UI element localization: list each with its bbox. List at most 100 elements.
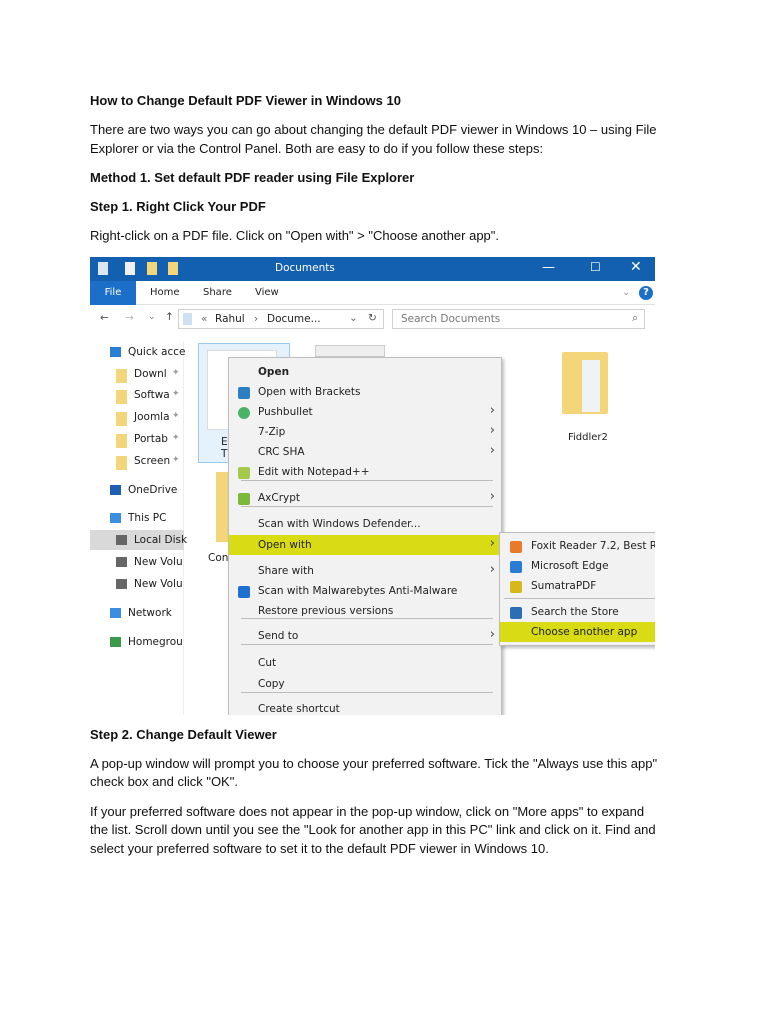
- menu-item[interactable]: Pushbullet: [258, 406, 313, 418]
- nav-item[interactable]: New Volu: [134, 556, 183, 568]
- chevron-right-icon: ›: [489, 403, 495, 418]
- step1-heading: Step 1. Right Click Your PDF: [90, 199, 266, 214]
- chevron-down-icon[interactable]: ⌄: [349, 312, 358, 324]
- chevron-right-icon: ›: [489, 627, 495, 642]
- menu-item[interactable]: Create shortcut: [258, 703, 340, 715]
- pin-icon: ✦: [172, 411, 180, 421]
- chevron-down-icon[interactable]: ⌄: [622, 287, 630, 298]
- navigation-pane: Quick acce Downl ✦ Softwa ✦ Joomla ✦ Portab ✦ Scr…: [90, 341, 187, 715]
- submenu-item[interactable]: Search the Store: [531, 606, 619, 618]
- tab-share[interactable]: Share: [203, 287, 232, 298]
- menu-item[interactable]: Scan with Windows Defender...: [258, 518, 421, 530]
- back-button[interactable]: ←: [100, 312, 109, 324]
- search-icon: ⌕: [632, 312, 638, 324]
- nav-item[interactable]: Joomla: [134, 411, 170, 423]
- tab-home[interactable]: Home: [150, 287, 180, 298]
- title-bar: Documents — ☐ ✕: [90, 257, 655, 281]
- tab-view[interactable]: View: [255, 287, 279, 298]
- search-input[interactable]: Search Documents ⌕: [392, 309, 645, 329]
- nav-item[interactable]: Softwa: [134, 389, 170, 401]
- menu-item[interactable]: Open with Brackets: [258, 386, 360, 398]
- menu-item[interactable]: AxCrypt: [258, 492, 300, 504]
- nav-item[interactable]: New Volu: [134, 578, 183, 590]
- notepad-icon: [238, 467, 250, 479]
- drive-icon: [116, 579, 127, 589]
- intro-line: Explorer or via the Control Panel. Both …: [90, 141, 544, 156]
- menu-item[interactable]: Open with: [258, 539, 312, 551]
- menu-separator: [241, 618, 493, 619]
- breadcrumb-rahul[interactable]: Rahul: [215, 313, 245, 325]
- step2-text: A pop-up window will prompt you to choos…: [90, 756, 658, 771]
- folder-label: Fiddler2: [568, 432, 608, 443]
- folder-fiddler2[interactable]: [560, 352, 610, 422]
- menu-separator: [504, 598, 655, 599]
- menu-item[interactable]: Scan with Malwarebytes Anti-Malware: [258, 585, 457, 597]
- folder-icon: [116, 369, 127, 383]
- nav-item[interactable]: Quick acce: [128, 346, 185, 358]
- nav-item[interactable]: Portab: [134, 433, 168, 445]
- step2-text: check box and click "OK".: [90, 774, 238, 789]
- help-icon[interactable]: ?: [639, 286, 653, 300]
- menu-item[interactable]: Share with: [258, 565, 314, 577]
- submenu-item[interactable]: Foxit Reader 7.2, Best Reade: [531, 540, 655, 552]
- menu-separator: [241, 506, 493, 507]
- menu-item[interactable]: CRC SHA: [258, 446, 305, 458]
- maximize-button[interactable]: ☐: [590, 260, 601, 274]
- explorer-screenshot: Documents — ☐ ✕ Home Share View ⌄ ? File…: [90, 257, 655, 715]
- menu-item[interactable]: Copy: [258, 678, 285, 690]
- menu-item[interactable]: Edit with Notepad++: [258, 466, 370, 478]
- address-bar[interactable]: « Rahul › Docume... ⌄ ↻: [178, 309, 384, 329]
- foxit-icon: [510, 541, 522, 553]
- nav-item[interactable]: Homegrou: [128, 636, 183, 648]
- context-menu: Open Open with Brackets Pushbullet › 7-Zip › C…: [228, 357, 503, 715]
- open-with-submenu: Foxit Reader 7.2, Best Reade Microsoft Ed…: [499, 532, 655, 646]
- menu-item[interactable]: 7-Zip: [258, 426, 285, 438]
- breadcrumb-overflow[interactable]: «: [201, 313, 207, 325]
- step1-text: Right-click on a PDF file. Click on "Ope…: [90, 228, 500, 243]
- minimize-button[interactable]: —: [542, 260, 555, 275]
- menu-item[interactable]: Open: [258, 366, 289, 378]
- pin-icon: ✦: [172, 368, 180, 378]
- nav-item[interactable]: Downl: [134, 368, 167, 380]
- folder-icon: [116, 434, 127, 448]
- recent-dropdown[interactable]: ⌄: [148, 312, 156, 322]
- page-title: How to Change Default PDF Viewer in Wind…: [90, 93, 401, 108]
- forward-button[interactable]: →: [125, 312, 134, 324]
- nav-item[interactable]: Screen: [134, 455, 170, 467]
- nav-item[interactable]: This PC: [128, 512, 166, 524]
- documents-icon: [183, 313, 192, 325]
- nav-item[interactable]: Local Disk: [134, 534, 187, 546]
- folder-icon: [116, 456, 127, 470]
- menu-separator: [241, 644, 493, 645]
- window-title: Documents: [275, 262, 335, 274]
- nav-item[interactable]: OneDrive: [128, 484, 177, 496]
- menu-item[interactable]: Cut: [258, 657, 276, 669]
- chevron-right-icon: ›: [489, 536, 495, 551]
- close-button[interactable]: ✕: [630, 259, 642, 275]
- tab-file[interactable]: File: [90, 281, 136, 305]
- chevron-right-icon: ›: [489, 423, 495, 438]
- nav-item[interactable]: Network: [128, 607, 172, 619]
- folder-icon: [116, 390, 127, 404]
- submenu-item[interactable]: SumatraPDF: [531, 580, 596, 592]
- step2-heading: Step 2. Change Default Viewer: [90, 727, 277, 742]
- menu-item[interactable]: Send to: [258, 630, 298, 642]
- step2-text: select your preferred software to set it…: [90, 841, 549, 856]
- ribbon: Home Share View ⌄ ?: [90, 281, 655, 305]
- chevron-right-icon: ›: [489, 489, 495, 504]
- app-icon: [98, 262, 108, 275]
- chevron-right-icon: ›: [489, 443, 495, 458]
- network-icon: [110, 608, 121, 618]
- menu-item[interactable]: Restore previous versions: [258, 605, 393, 617]
- submenu-item[interactable]: Choose another app: [531, 626, 637, 638]
- step2-text: the list. Scroll down until you see the …: [90, 822, 656, 837]
- refresh-icon[interactable]: ↻: [368, 312, 377, 324]
- new-folder-icon: [147, 262, 157, 275]
- breadcrumb-documents[interactable]: Docume...: [267, 313, 321, 325]
- step2-text: If your preferred software does not appe…: [90, 804, 645, 819]
- submenu-item[interactable]: Microsoft Edge: [531, 560, 609, 572]
- file-label: Con: [208, 552, 229, 564]
- pushbullet-icon: [238, 407, 250, 419]
- file-thumbnail: [315, 345, 385, 357]
- up-button[interactable]: ↑: [165, 311, 174, 323]
